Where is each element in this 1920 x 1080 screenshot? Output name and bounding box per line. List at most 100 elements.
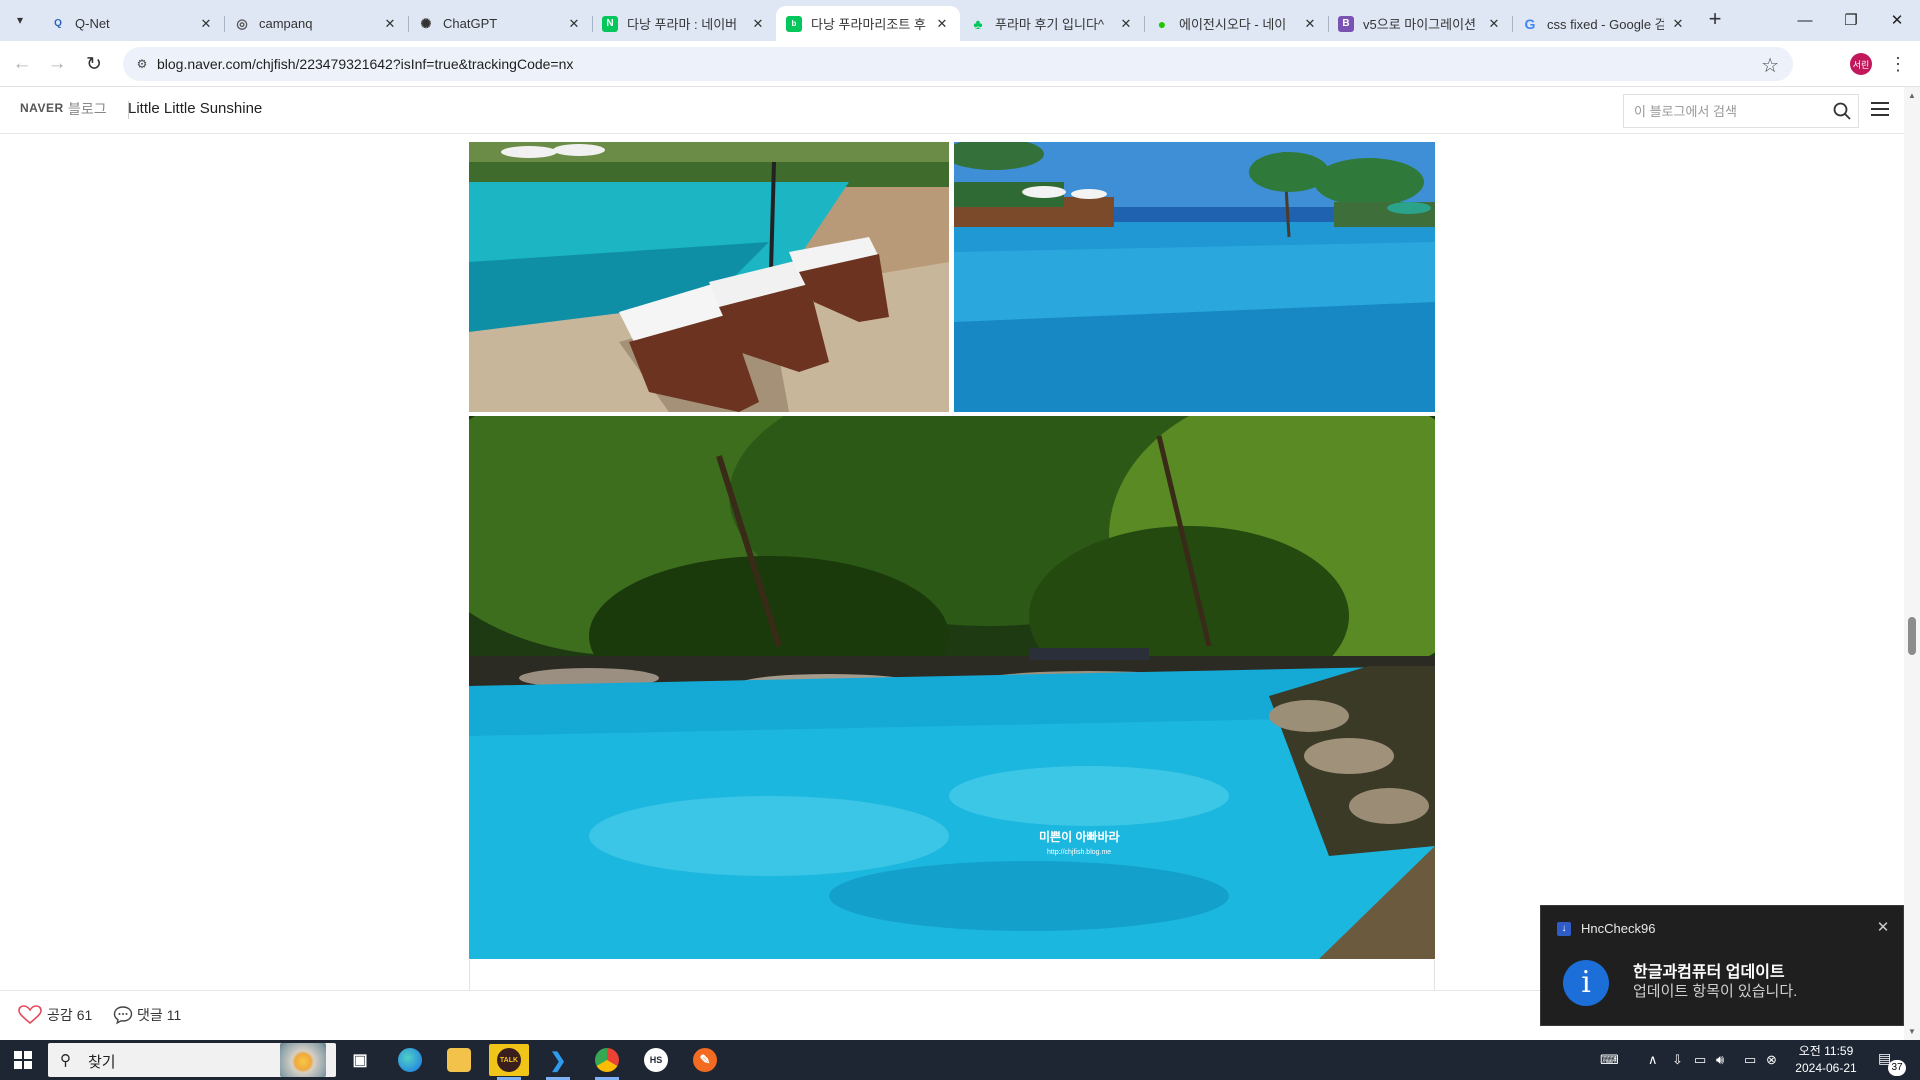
globe-icon: ◎ xyxy=(236,15,248,31)
clock-date: 2024-06-21 xyxy=(1795,1061,1857,1075)
blog-header: NAVER 블로그 Little Little Sunshine xyxy=(0,87,1904,134)
blog-home-link[interactable]: 블로그 xyxy=(68,99,107,119)
bootstrap-icon: B xyxy=(1338,15,1354,32)
forward-arrow-icon[interactable]: → xyxy=(43,50,71,78)
vscode-icon[interactable]: ❯ xyxy=(538,1044,578,1080)
search-icon[interactable] xyxy=(1832,101,1852,121)
naver-logo[interactable]: NAVER xyxy=(20,101,64,115)
tab-close-icon[interactable]: ✕ xyxy=(750,16,766,32)
comment-bubble-icon xyxy=(113,1006,133,1025)
restore-button[interactable]: ❐ xyxy=(1828,0,1874,40)
tab-close-icon[interactable]: ✕ xyxy=(934,16,950,32)
hnc-app-icon: ↓ xyxy=(1557,922,1571,936)
tab-search-button[interactable]: ▾ xyxy=(8,8,32,32)
tab-title: campanq xyxy=(259,16,313,31)
post-border-left xyxy=(469,960,470,990)
bookmark-star-icon[interactable]: ☆ xyxy=(1761,53,1779,78)
menu-hamburger-icon[interactable] xyxy=(1871,102,1889,118)
tab-campanq[interactable]: ◎ campanq ✕ xyxy=(224,6,408,41)
naver-blog-icon: b xyxy=(786,15,802,32)
tab-naver-search[interactable]: N 다낭 푸라마 : 네이버 ✕ xyxy=(592,6,776,41)
tab-title: 푸라마 후기 입니다^ xyxy=(995,17,1105,32)
tab-close-icon[interactable]: ✕ xyxy=(382,16,398,32)
file-explorer-icon[interactable] xyxy=(439,1044,479,1076)
tab-title: 에이전시오다 - 네이 xyxy=(1179,17,1287,32)
browser-tab-strip: ▾ Q Q-Net ✕ ◎ campanq ✕ ✺ ChatGPT ✕ N 다낭… xyxy=(0,0,1920,41)
tab-google-search[interactable]: G css fixed - Google 검 ✕ xyxy=(1512,6,1696,41)
tray-overflow-icon[interactable]: ∧ xyxy=(1648,1040,1658,1080)
profile-avatar[interactable]: 서린 xyxy=(1850,53,1872,75)
chatgpt-icon: ✺ xyxy=(420,15,432,31)
blog-title[interactable]: Little Little Sunshine xyxy=(128,100,262,117)
blog-search-input[interactable] xyxy=(1634,101,1824,121)
naver-n-icon: N xyxy=(602,15,618,32)
network-icon[interactable]: ▭ xyxy=(1744,1040,1756,1080)
tab-title: ChatGPT xyxy=(443,16,498,31)
meet-now-icon[interactable]: ▭ xyxy=(1694,1040,1706,1080)
tab-agency-oda[interactable]: ● 에이전시오다 - 네이 ✕ xyxy=(1144,6,1328,41)
taskbar-search-box[interactable]: ⚲ 찾기 xyxy=(48,1043,336,1077)
notification-badge: 37 xyxy=(1888,1060,1906,1076)
comment-label: 댓글 xyxy=(137,1007,163,1023)
infinity-pool-photo[interactable] xyxy=(954,142,1435,412)
like-button[interactable]: 공감 61 xyxy=(18,1005,92,1025)
tab-furama-review[interactable]: ♣ 푸라마 후기 입니다^ ✕ xyxy=(960,6,1144,41)
status-icon[interactable]: ⊗ xyxy=(1766,1040,1777,1080)
tab-bootstrap-migration[interactable]: B v5으로 마이그레이션 ✕ xyxy=(1328,6,1512,41)
tab-title: 다낭 푸라마 : 네이버 xyxy=(627,17,738,32)
close-window-button[interactable]: ✕ xyxy=(1874,0,1920,40)
task-view-icon[interactable]: ▣ xyxy=(340,1044,380,1076)
pen-app-icon[interactable]: ✎ xyxy=(685,1044,725,1076)
hs-app-icon[interactable]: HS xyxy=(636,1044,676,1076)
scroll-down-arrow-icon[interactable]: ▼ xyxy=(1908,1027,1916,1036)
windows-taskbar: ⚲ 찾기 ▣ TALK ❯ HS ✎ ⌨ ∧ ⇩ ▭ 🔊︎ ▭ ⊗ 오전 11:… xyxy=(0,1040,1920,1080)
tab-chatgpt[interactable]: ✺ ChatGPT ✕ xyxy=(408,6,592,41)
hnc-tray-icon[interactable]: ⇩ xyxy=(1672,1040,1683,1080)
toast-body: 업데이트 항목이 있습니다. xyxy=(1633,983,1798,1000)
scroll-up-arrow-icon[interactable]: ▲ xyxy=(1908,91,1916,100)
browser-toolbar: ← → ↻ ⚙ blog.naver.com/chjfish/223479321… xyxy=(0,41,1920,87)
tab-close-icon[interactable]: ✕ xyxy=(1670,16,1686,32)
keyboard-icon[interactable]: ⌨ xyxy=(1600,1040,1619,1080)
heart-icon xyxy=(18,1005,42,1025)
photo-watermark: 미쁜이 아빠바라 xyxy=(1039,829,1120,844)
toast-title: 한글과컴퓨터 업데이트 xyxy=(1633,964,1785,981)
tab-naver-blog-active[interactable]: b 다낭 푸라마리조트 후 ✕ xyxy=(776,6,960,41)
windows-update-toast[interactable]: ↓ HncCheck96 ✕ i 한글과컴퓨터 업데이트 업데이트 항목이 있습… xyxy=(1540,905,1904,1026)
site-info-icon[interactable]: ⚙ xyxy=(133,55,151,73)
search-highlight-image xyxy=(280,1043,326,1077)
url-text[interactable]: blog.naver.com/chjfish/223479321642?isIn… xyxy=(157,56,573,72)
kakaotalk-icon[interactable]: TALK xyxy=(489,1044,529,1080)
taskbar-search-label: 찾기 xyxy=(88,1054,116,1071)
tab-qnet[interactable]: Q Q-Net ✕ xyxy=(40,6,224,41)
browser-menu-icon[interactable]: ⋮ xyxy=(1886,52,1910,76)
tab-title: v5으로 마이그레이션 xyxy=(1363,17,1477,32)
minimize-button[interactable]: — xyxy=(1782,0,1828,40)
tab-title: css fixed - Google 검 xyxy=(1547,17,1664,32)
like-label: 공감 xyxy=(47,1007,73,1023)
page-scrollbar[interactable]: ▲ ▼ xyxy=(1904,87,1920,1040)
clock-time: 오전 11:59 xyxy=(1798,1044,1854,1058)
tab-close-icon[interactable]: ✕ xyxy=(1118,16,1134,32)
lagoon-pool-photo[interactable]: 미쁜이 아빠바라 http://chjfish.blog.me xyxy=(469,416,1435,959)
naver-green-icon: ● xyxy=(1157,15,1167,32)
tab-close-icon[interactable]: ✕ xyxy=(198,16,214,32)
toast-close-icon[interactable]: ✕ xyxy=(1873,918,1893,938)
new-tab-button[interactable]: + xyxy=(1703,8,1727,32)
tab-close-icon[interactable]: ✕ xyxy=(1486,16,1502,32)
address-bar[interactable]: ⚙ blog.naver.com/chjfish/223479321642?is… xyxy=(123,47,1793,81)
comment-button[interactable]: 댓글 11 xyxy=(113,1005,181,1025)
chrome-icon[interactable] xyxy=(587,1044,627,1080)
volume-icon[interactable]: 🔊︎ xyxy=(1716,1040,1724,1080)
tab-close-icon[interactable]: ✕ xyxy=(566,16,582,32)
back-arrow-icon[interactable]: ← xyxy=(8,50,36,78)
tab-close-icon[interactable]: ✕ xyxy=(1302,16,1318,32)
windows-start-icon[interactable] xyxy=(14,1051,32,1069)
edge-icon[interactable] xyxy=(390,1044,430,1076)
tab-title: 다낭 푸라마리조트 후 xyxy=(811,17,926,32)
pool-loungers-photo[interactable] xyxy=(469,142,949,412)
taskbar-clock[interactable]: 오전 11:59 2024-06-21 xyxy=(1786,1043,1866,1077)
scrollbar-thumb[interactable] xyxy=(1908,617,1916,655)
qnet-icon: Q xyxy=(54,18,62,29)
reload-icon[interactable]: ↻ xyxy=(80,50,108,78)
